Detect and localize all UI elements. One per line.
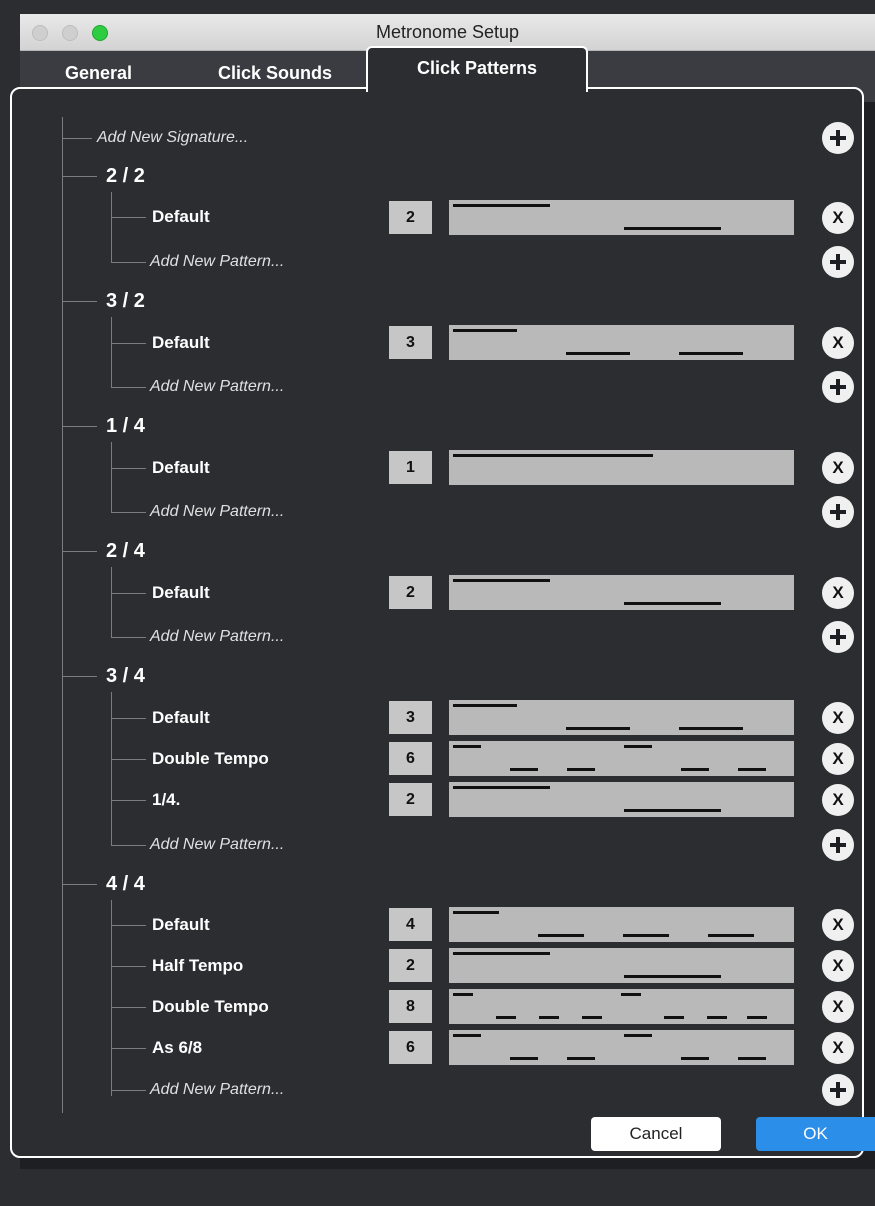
click-pattern-bar[interactable]	[449, 782, 794, 817]
pattern-count-field[interactable]: 4	[389, 908, 432, 941]
pattern-count-field[interactable]: 3	[389, 326, 432, 359]
click-pattern-bar[interactable]	[449, 1030, 794, 1065]
signature-label: 2 / 2	[106, 165, 145, 187]
remove-pattern-button[interactable]: X	[822, 202, 854, 234]
click-pattern-bar[interactable]	[449, 989, 794, 1024]
tab-click-patterns[interactable]: Click Patterns	[366, 46, 588, 92]
signature-label: 2 / 4	[106, 540, 145, 562]
add-signature-plus-button[interactable]	[822, 122, 854, 154]
add-new-pattern[interactable]: Add New Pattern...	[150, 503, 284, 521]
click-pattern-bar[interactable]	[449, 575, 794, 610]
click-pattern-bar[interactable]	[449, 200, 794, 235]
signature-label: 4 / 4	[106, 873, 145, 895]
pattern-name[interactable]: Double Tempo	[152, 749, 269, 769]
remove-pattern-button[interactable]: X	[822, 577, 854, 609]
click-pattern-bar[interactable]	[449, 450, 794, 485]
tab-general[interactable]: General	[65, 63, 132, 84]
signature-label: 3 / 4	[106, 665, 145, 687]
click-pattern-bar[interactable]	[449, 325, 794, 360]
pattern-name[interactable]: 1/4.	[152, 790, 180, 810]
remove-pattern-button[interactable]: X	[822, 327, 854, 359]
pattern-name[interactable]: Default	[152, 583, 210, 603]
add-pattern-plus-button[interactable]	[822, 246, 854, 278]
add-new-pattern[interactable]: Add New Pattern...	[150, 628, 284, 646]
add-new-signature[interactable]: Add New Signature...	[97, 129, 248, 147]
remove-pattern-button[interactable]: X	[822, 909, 854, 941]
pattern-count-field[interactable]: 3	[389, 701, 432, 734]
click-pattern-bar[interactable]	[449, 948, 794, 983]
remove-pattern-button[interactable]: X	[822, 743, 854, 775]
pattern-count-field[interactable]: 2	[389, 783, 432, 816]
remove-pattern-button[interactable]: X	[822, 950, 854, 982]
add-new-pattern[interactable]: Add New Pattern...	[150, 378, 284, 396]
pattern-name[interactable]: Default	[152, 915, 210, 935]
pattern-name[interactable]: Default	[152, 207, 210, 227]
signature-label: 3 / 2	[106, 290, 145, 312]
pattern-name[interactable]: As 6/8	[152, 1038, 202, 1058]
tab-click-sounds[interactable]: Click Sounds	[218, 63, 332, 84]
click-pattern-bar[interactable]	[449, 907, 794, 942]
add-new-pattern[interactable]: Add New Pattern...	[150, 253, 284, 271]
add-pattern-plus-button[interactable]	[822, 1074, 854, 1106]
cancel-button[interactable]: Cancel	[591, 1117, 721, 1151]
signature-label: 1 / 4	[106, 415, 145, 437]
pattern-count-field[interactable]: 2	[389, 201, 432, 234]
window-title: Metronome Setup	[375, 22, 520, 42]
add-new-pattern[interactable]: Add New Pattern...	[150, 836, 284, 854]
click-pattern-bar[interactable]	[449, 700, 794, 735]
pattern-name[interactable]: Default	[152, 458, 210, 478]
pattern-count-field[interactable]: 2	[389, 949, 432, 982]
pattern-name[interactable]: Half Tempo	[152, 956, 243, 976]
add-pattern-plus-button[interactable]	[822, 621, 854, 653]
remove-pattern-button[interactable]: X	[822, 784, 854, 816]
remove-pattern-button[interactable]: X	[822, 702, 854, 734]
remove-pattern-button[interactable]: X	[822, 1032, 854, 1064]
tree-trunk-line	[62, 117, 63, 1113]
add-pattern-plus-button[interactable]	[822, 371, 854, 403]
pattern-name[interactable]: Default	[152, 708, 210, 728]
pattern-name[interactable]: Default	[152, 333, 210, 353]
pattern-count-field[interactable]: 6	[389, 742, 432, 775]
pattern-count-field[interactable]: 6	[389, 1031, 432, 1064]
click-pattern-bar[interactable]	[449, 741, 794, 776]
remove-pattern-button[interactable]: X	[822, 452, 854, 484]
pattern-count-field[interactable]: 2	[389, 576, 432, 609]
add-pattern-plus-button[interactable]	[822, 829, 854, 861]
pattern-count-field[interactable]: 8	[389, 990, 432, 1023]
remove-pattern-button[interactable]: X	[822, 991, 854, 1023]
add-pattern-plus-button[interactable]	[822, 496, 854, 528]
ok-button[interactable]: OK	[756, 1117, 875, 1151]
pattern-count-field[interactable]: 1	[389, 451, 432, 484]
add-new-pattern[interactable]: Add New Pattern...	[150, 1081, 284, 1099]
pattern-name[interactable]: Double Tempo	[152, 997, 269, 1017]
